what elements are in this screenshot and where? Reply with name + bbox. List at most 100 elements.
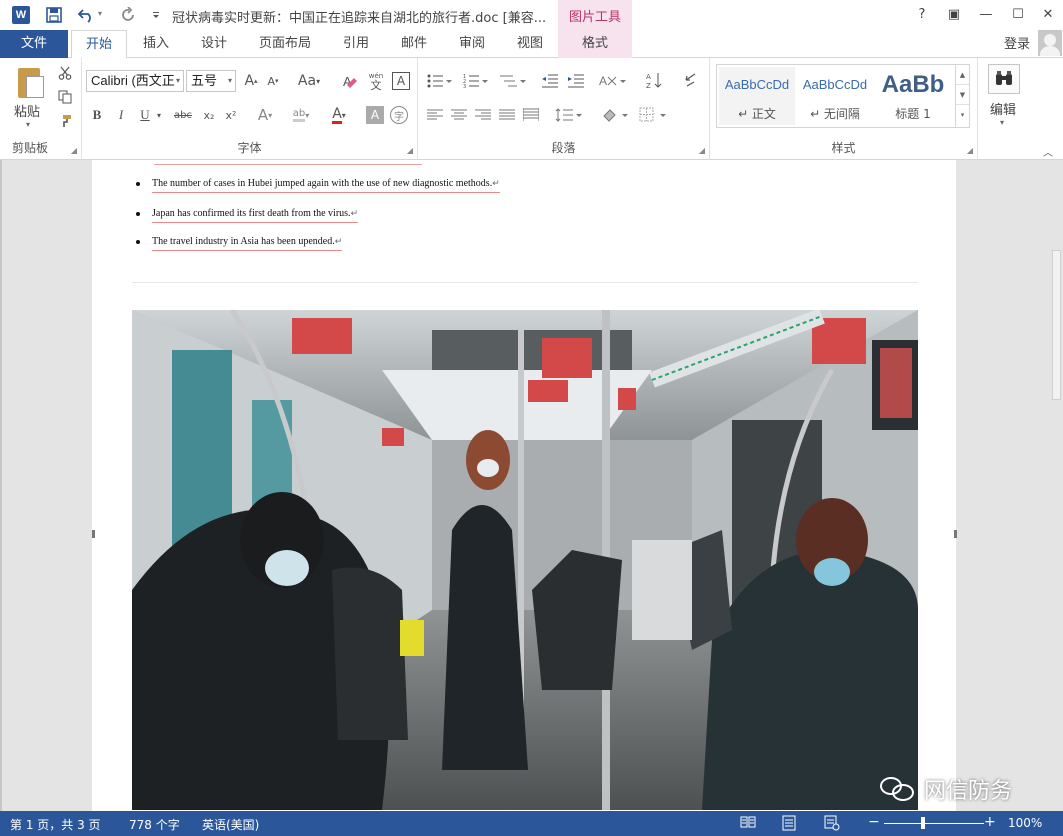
superscript-button[interactable]: x² — [222, 106, 240, 124]
tab-view[interactable]: 视图 — [508, 30, 552, 58]
undo-icon[interactable] — [76, 5, 96, 25]
zoom-slider-thumb[interactable] — [921, 817, 925, 829]
section-divider — [132, 282, 918, 283]
document-area[interactable]: The number of cases in Hubei jumped agai… — [0, 160, 1063, 811]
page-count[interactable]: 第 1 页，共 3 页 — [10, 816, 101, 833]
paste-icon[interactable] — [12, 66, 46, 100]
zoom-level[interactable]: 100% — [1008, 816, 1042, 830]
word-app-icon[interactable]: W — [12, 6, 30, 24]
highlight-color-icon[interactable]: ab ▾ — [288, 106, 314, 124]
tab-review[interactable]: 审阅 — [450, 30, 494, 58]
tab-references[interactable]: 引用 — [334, 30, 378, 58]
zoom-in-button[interactable]: + — [984, 814, 996, 830]
tab-page-layout[interactable]: 页面布局 — [250, 30, 320, 58]
sign-in-link[interactable]: 登录 — [1004, 33, 1030, 52]
binoculars-icon[interactable] — [988, 64, 1020, 94]
text-effects-icon[interactable]: A ▾ — [252, 106, 278, 124]
list-item[interactable]: Japan has confirmed its first death from… — [136, 208, 359, 223]
italic-button[interactable]: I — [112, 106, 130, 124]
align-left-icon[interactable] — [426, 106, 444, 124]
line-spacing-icon[interactable] — [554, 106, 584, 124]
gallery-more-icon[interactable]: ▾ — [956, 105, 969, 125]
list-item[interactable]: The number of cases in Hubei jumped agai… — [136, 178, 500, 193]
distributed-icon[interactable] — [522, 106, 540, 124]
clipboard-launcher-icon[interactable]: ◢ — [71, 146, 77, 155]
redo-icon[interactable] — [118, 5, 138, 25]
tab-design[interactable]: 设计 — [192, 30, 236, 58]
minimize-button[interactable]: — — [974, 4, 998, 26]
undo-dropdown-icon[interactable]: ▾ — [98, 9, 102, 18]
show-marks-icon[interactable] — [680, 70, 700, 90]
tab-picture-format[interactable]: 格式 — [558, 30, 632, 58]
underline-dropdown-icon[interactable]: ▾ — [154, 106, 164, 124]
character-shading-icon[interactable]: A — [366, 106, 384, 124]
tab-mailings[interactable]: 邮件 — [392, 30, 436, 58]
web-layout-icon[interactable] — [824, 815, 840, 835]
enclose-characters-icon[interactable]: 字 — [390, 106, 408, 124]
styles-launcher-icon[interactable]: ◢ — [967, 146, 973, 155]
clear-formatting-icon[interactable]: A — [340, 72, 360, 90]
font-launcher-icon[interactable]: ◢ — [407, 146, 413, 155]
numbering-icon[interactable]: 123 — [462, 72, 490, 90]
borders-icon[interactable] — [638, 106, 668, 124]
bullets-icon[interactable] — [426, 72, 454, 90]
paragraph-launcher-icon[interactable]: ◢ — [699, 146, 705, 155]
cut-icon[interactable] — [56, 64, 74, 82]
increase-indent-icon[interactable] — [566, 72, 586, 90]
style-no-spacing[interactable]: AaBbCcDd ↵ 无间隔 — [797, 67, 873, 125]
editing-button[interactable]: 编辑 — [990, 99, 1016, 118]
vertical-scroll-thumb[interactable] — [1052, 250, 1061, 400]
strikethrough-button[interactable]: abc — [172, 106, 194, 124]
align-center-icon[interactable] — [450, 106, 468, 124]
tab-insert[interactable]: 插入 — [134, 30, 178, 58]
font-name-combobox[interactable]: Calibri (西文正 ▾ — [86, 70, 184, 92]
gallery-down-icon[interactable]: ▼ — [956, 85, 969, 105]
multilevel-list-icon[interactable] — [498, 72, 528, 90]
subway-photo[interactable] — [132, 310, 918, 810]
print-layout-icon[interactable] — [782, 815, 796, 835]
collapse-ribbon-icon[interactable]: ︿ — [1043, 144, 1053, 159]
change-case-icon[interactable]: Aa ▾ — [294, 72, 324, 90]
style-heading-1[interactable]: AaBb 标题 1 — [875, 67, 951, 125]
document-page[interactable]: The number of cases in Hubei jumped agai… — [92, 160, 956, 811]
align-right-icon[interactable] — [474, 106, 492, 124]
shrink-font-icon[interactable]: A ▾ — [264, 72, 282, 90]
paste-button[interactable]: 粘贴 — [14, 101, 40, 120]
font-size-combobox[interactable]: 五号 ▾ — [186, 70, 236, 92]
phonetic-guide-icon[interactable]: wén 文 — [366, 69, 386, 93]
help-button[interactable]: ? — [910, 4, 934, 26]
format-painter-icon[interactable] — [56, 112, 74, 130]
language-indicator[interactable]: 英语(美国) — [202, 816, 259, 833]
underline-button[interactable]: U — [136, 106, 154, 124]
save-icon[interactable] — [44, 5, 64, 25]
chinese-layout-icon[interactable]: A — [598, 72, 628, 90]
font-color-icon[interactable]: A ▾ — [326, 106, 352, 124]
decrease-indent-icon[interactable] — [540, 72, 560, 90]
sort-icon[interactable]: AZ — [644, 70, 664, 90]
maximize-button[interactable]: ☐ — [1006, 4, 1030, 26]
customize-qat-icon[interactable] — [146, 5, 166, 25]
list-item[interactable]: The travel industry in Asia has been upe… — [136, 236, 343, 251]
close-button[interactable]: ✕ — [1036, 4, 1060, 26]
gallery-up-icon[interactable]: ▲ — [956, 65, 969, 85]
font-name-dropdown-icon[interactable]: ▾ — [176, 71, 180, 91]
user-avatar[interactable] — [1038, 30, 1062, 56]
bold-button[interactable]: B — [88, 106, 106, 124]
paste-dropdown-icon[interactable]: ▾ — [26, 120, 30, 129]
word-count[interactable]: 778 个字 — [129, 816, 180, 833]
tab-file[interactable]: 文件 — [0, 30, 68, 58]
tab-home[interactable]: 开始 — [71, 30, 127, 59]
editing-dropdown-icon[interactable]: ▾ — [1000, 118, 1004, 127]
zoom-slider-track[interactable] — [884, 823, 984, 824]
zoom-out-button[interactable]: − — [868, 814, 880, 830]
read-mode-icon[interactable] — [740, 815, 756, 833]
copy-icon[interactable] — [56, 88, 74, 106]
justify-icon[interactable] — [498, 106, 516, 124]
grow-font-icon[interactable]: A ▴ — [242, 72, 260, 90]
shading-icon[interactable] — [600, 106, 630, 124]
ribbon-display-options-button[interactable]: ▣ — [942, 4, 966, 26]
character-border-icon[interactable]: A — [392, 72, 410, 90]
style-normal[interactable]: AaBbCcDd ↵ 正文 — [719, 67, 795, 125]
font-size-dropdown-icon[interactable]: ▾ — [228, 71, 232, 91]
subscript-button[interactable]: x₂ — [200, 106, 218, 124]
